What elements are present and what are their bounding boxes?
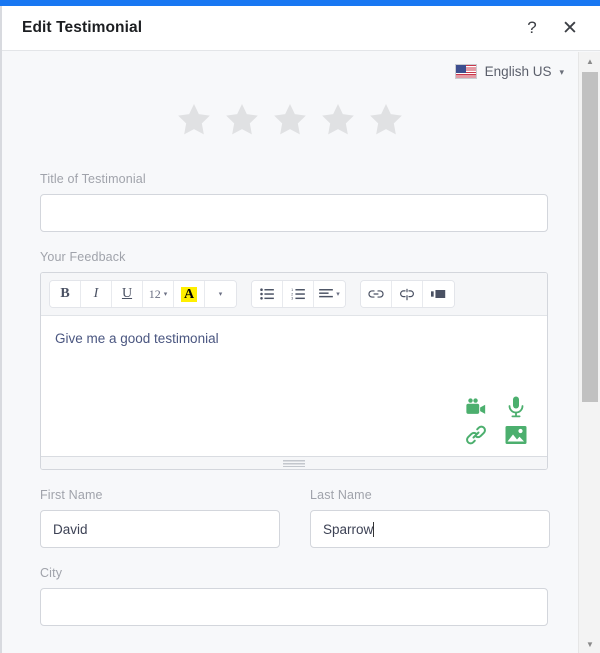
attach-image-icon[interactable] [505,424,527,446]
scroll-down-arrow-icon[interactable]: ▼ [579,635,600,653]
editor-toolbar: B I U 12 ▾ A ▾ 1 2 3 ▾ [41,273,547,316]
ordered-list-icon: 1 2 3 [291,288,305,300]
font-size-label: 12 [148,286,161,301]
chevron-down-icon: ▾ [218,290,223,298]
feedback-field-label: Your Feedback [40,250,126,264]
toolbar-group-text-format: B I U 12 ▾ A ▾ [49,280,237,308]
media-insert-icon [430,290,445,298]
title-field-block: Title of Testimonial [2,172,578,232]
star-rating[interactable] [2,100,578,140]
editor-content-text: Give me a good testimonial [55,331,219,346]
last-name-value: Sparrow [323,521,374,537]
remove-link-button[interactable] [392,281,423,307]
star-icon-3[interactable] [270,100,310,140]
toolbar-group-links [360,280,455,308]
city-input[interactable] [40,588,548,626]
last-name-input[interactable]: Sparrow [310,510,550,548]
editor-media-shortcuts [459,396,533,446]
svg-text:1: 1 [291,288,293,292]
align-left-icon [319,289,334,298]
chevron-down-icon: ▾ [163,290,168,298]
last-name-field-label: Last Name [310,488,372,502]
chevron-down-icon: ▾ [559,66,564,77]
resize-grip-icon [283,459,305,467]
numbered-list-button[interactable]: 1 2 3 [283,281,314,307]
language-selector[interactable]: English US ▾ [454,64,564,79]
city-field-block: City [2,566,578,626]
scrollbar-thumb[interactable] [582,72,598,402]
page-title: Edit Testimonial [22,19,143,36]
star-icon-2[interactable] [222,100,262,140]
first-name-field-label: First Name [40,488,103,502]
first-name-field-block: First Name David [2,488,280,548]
bold-label: B [60,286,70,301]
underline-label: U [121,286,133,301]
italic-label: I [93,286,99,301]
unordered-list-icon [260,288,274,300]
title-field-label: Title of Testimonial [40,172,146,186]
toolbar-group-lists: 1 2 3 ▾ [251,280,346,308]
rich-text-editor: B I U 12 ▾ A ▾ 1 2 3 ▾ Give me a good te… [40,272,548,470]
close-icon[interactable]: ✕ [557,15,583,41]
star-icon-4[interactable] [318,100,358,140]
bold-button[interactable]: B [50,281,81,307]
font-size-button[interactable]: 12 ▾ [143,281,174,307]
record-audio-icon[interactable] [505,396,527,418]
bullet-list-button[interactable] [252,281,283,307]
first-name-value: David [53,521,88,537]
dialog-content-scroll-area: English US ▾ Title of Testimonial Your F… [2,52,578,653]
record-video-icon[interactable] [465,396,487,418]
chevron-down-icon: ▾ [336,290,340,298]
text-color-dropdown-button[interactable]: ▾ [205,281,236,307]
editor-resize-handle[interactable] [41,456,547,469]
link-icon [368,290,384,298]
attach-link-icon[interactable] [465,424,487,446]
underline-button[interactable]: U [112,281,143,307]
highlight-a-label: A [180,286,198,302]
titlebar-actions: ? ✕ [519,15,583,41]
scroll-up-arrow-icon[interactable]: ▲ [579,52,600,70]
svg-text:3: 3 [291,297,293,300]
feedback-field-block: Your Feedback B I U 12 ▾ A ▾ 1 2 3 ▾ Giv… [2,250,578,470]
unlink-icon [400,288,414,300]
city-field-label: City [40,566,63,580]
vertical-scrollbar[interactable]: ▲ ▼ [578,52,600,653]
us-flag-icon [454,64,477,79]
align-button[interactable]: ▾ [314,281,345,307]
first-name-input[interactable]: David [40,510,280,548]
title-input[interactable] [40,194,548,232]
edit-testimonial-dialog: Edit Testimonial ? ✕ English US ▾ Title … [0,0,600,653]
dialog-titlebar: Edit Testimonial ? ✕ [2,6,600,51]
testimonial-form: Title of Testimonial Your Feedback B I U… [2,172,578,644]
name-row: First Name David Last Name Sparrow [2,488,578,566]
help-icon[interactable]: ? [519,15,545,41]
insert-media-button[interactable] [423,281,454,307]
italic-button[interactable]: I [81,281,112,307]
svg-text:2: 2 [291,292,293,296]
insert-link-button[interactable] [361,281,392,307]
text-highlight-button[interactable]: A [174,281,205,307]
last-name-field-block: Last Name Sparrow [272,488,550,548]
star-icon-5[interactable] [366,100,406,140]
language-label: English US [484,64,552,79]
star-icon-1[interactable] [174,100,214,140]
editor-content-area[interactable]: Give me a good testimonial [41,316,547,456]
text-cursor [373,521,375,537]
